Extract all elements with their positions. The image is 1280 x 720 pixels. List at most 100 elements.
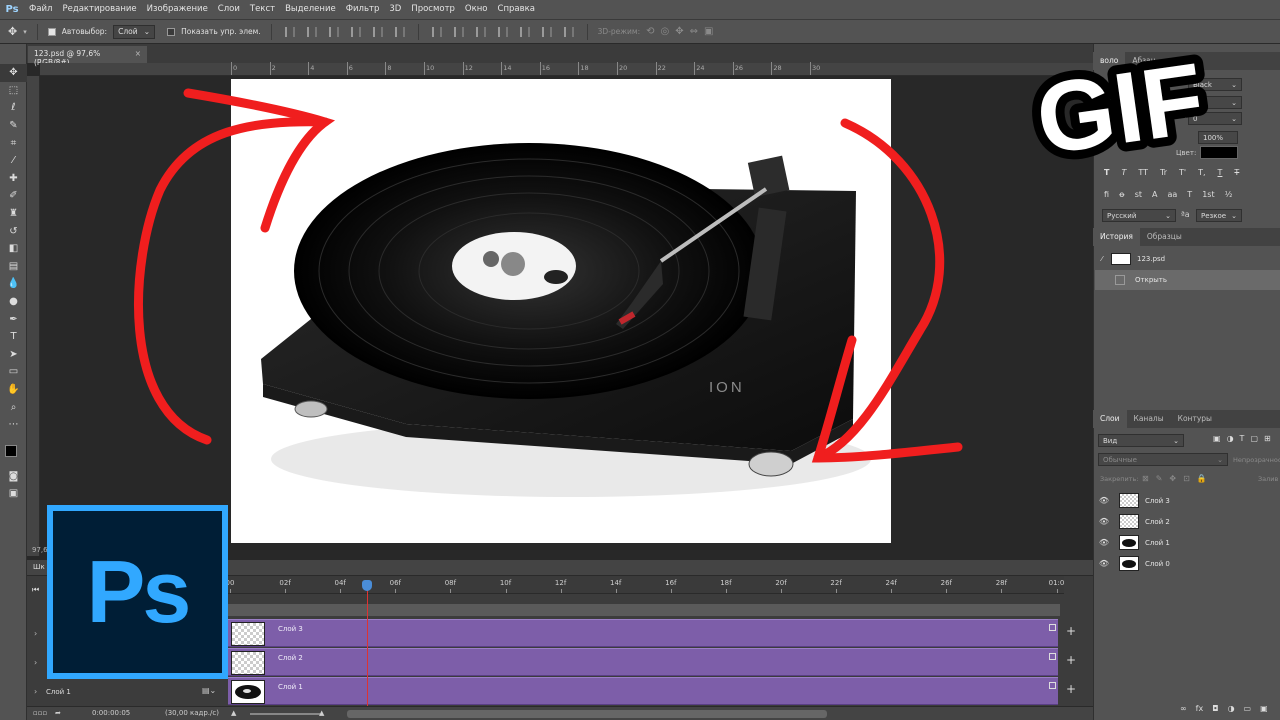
document-icon: [1115, 275, 1125, 285]
layer-row[interactable]: 👁 Слой 0: [1095, 553, 1280, 574]
photoshop-logo-overlay: Ps: [47, 505, 228, 679]
timeline-zoom-slider[interactable]: [250, 713, 320, 715]
lock-artboard-icon[interactable]: ⊡: [1183, 474, 1190, 483]
track-end-handle[interactable]: [1049, 653, 1056, 660]
layer-filter-value: Вид: [1103, 436, 1118, 445]
film-strip-icon[interactable]: ▤⌄: [202, 686, 216, 695]
add-mask-icon[interactable]: ◘: [1212, 704, 1218, 713]
lock-all-icon[interactable]: 🔒: [1197, 474, 1207, 483]
ordinals-button[interactable]: 1st: [1202, 190, 1214, 199]
layer-thumbnail: [1119, 514, 1139, 529]
swash-button[interactable]: st: [1135, 190, 1142, 199]
timeline-track-layer3[interactable]: Слой 3: [228, 619, 1058, 647]
tab-history[interactable]: История: [1093, 228, 1140, 246]
history-panel-tabs: История Образцы: [1093, 228, 1280, 246]
timeline-tick: [891, 589, 893, 593]
timeline-tick: [725, 589, 727, 593]
track-label: Слой 2: [278, 654, 303, 662]
tab-channels[interactable]: Каналы: [1127, 410, 1171, 428]
timeline-footer: ▫▫▫ ➦ 0:00:00:05 (30,00 кадр./с) ▲ ▲: [27, 706, 1093, 720]
tab-layers[interactable]: Слои: [1093, 410, 1127, 428]
timeline-tick: [836, 589, 838, 593]
track-end-handle[interactable]: [1049, 624, 1056, 631]
add-media-button[interactable]: +: [1066, 653, 1078, 667]
add-media-button[interactable]: +: [1066, 682, 1078, 696]
new-group-icon[interactable]: ▭: [1244, 704, 1252, 713]
titling-button[interactable]: T: [1187, 190, 1192, 199]
timeline-tick: [450, 589, 452, 593]
smart-object-filter-icon[interactable]: ⊞: [1264, 434, 1271, 443]
timeline-tick: [1056, 589, 1058, 593]
timeline-track-layer1[interactable]: Слой 1: [228, 677, 1058, 705]
link-layers-icon[interactable]: ∞: [1180, 704, 1187, 713]
stylistic-alternates-button[interactable]: aa: [1167, 190, 1177, 199]
visibility-eye-icon[interactable]: 👁: [1095, 517, 1113, 526]
layer-filter-select[interactable]: Вид ⌄: [1098, 434, 1184, 447]
history-snapshot[interactable]: ⁄ 123.psd: [1095, 249, 1280, 269]
track-layer-name: Слой 1: [46, 688, 71, 696]
layers-footer-icons: ∞ fx ◘ ◑ ▭ ▣: [1180, 704, 1268, 713]
timeline-tick: [1001, 589, 1003, 593]
chevron-down-icon: ⌄: [1217, 455, 1223, 464]
lock-icons: ⊠ ✎ ✥ ⊡ 🔒: [1142, 474, 1207, 483]
visibility-eye-icon[interactable]: 👁: [1095, 496, 1113, 505]
lock-position-icon[interactable]: ✥: [1169, 474, 1176, 483]
zoom-out-timeline-icon[interactable]: ▲: [231, 709, 236, 717]
language-select[interactable]: Русский ⌄: [1102, 209, 1176, 222]
shape-layer-filter-icon[interactable]: ▢: [1250, 434, 1258, 443]
visibility-eye-icon[interactable]: 👁: [1095, 559, 1113, 568]
old-style-button[interactable]: ꝋ: [1119, 190, 1125, 199]
convert-frames-icon[interactable]: ➦: [55, 709, 61, 717]
tab-swatches[interactable]: Образцы: [1140, 228, 1189, 246]
timeline-track-layer2[interactable]: Слой 2: [228, 648, 1058, 676]
type-layer-filter-icon[interactable]: T: [1240, 434, 1245, 443]
expand-track-icon[interactable]: ›: [34, 687, 37, 696]
photoshop-logo-text: Ps: [86, 542, 192, 641]
timeline-ruler[interactable]: 00 02f 04f 06f 08f 10f 12f 14f 16f 18f 20f 22f 24f 26…: [226, 576, 1065, 594]
add-media-button[interactable]: +: [1066, 624, 1078, 638]
timeline-work-area[interactable]: [228, 604, 1060, 616]
timeline-tick: [230, 589, 231, 593]
zoom-in-timeline-icon[interactable]: ▲: [319, 709, 324, 717]
alternates-button[interactable]: A: [1152, 190, 1157, 199]
visibility-eye-icon[interactable]: 👁: [1095, 538, 1113, 547]
blend-mode-select[interactable]: Обычные ⌄: [1098, 453, 1228, 466]
timeline-time-label: 01:0: [1048, 579, 1065, 587]
playhead-handle[interactable]: [362, 580, 372, 591]
fractions-button[interactable]: ½: [1225, 190, 1233, 199]
strikethrough-button[interactable]: T: [1234, 168, 1239, 177]
new-layer-icon[interactable]: ▣: [1260, 704, 1268, 713]
timeline-time-label: 28f: [995, 579, 1008, 587]
timeline-time-label: 08f: [444, 579, 457, 587]
gif-title-overlay: GIF GIF: [1021, 38, 1220, 178]
adjustment-layer-icon[interactable]: ◑: [1228, 704, 1235, 713]
antialias-select[interactable]: Резкое ⌄: [1196, 209, 1242, 222]
lock-transparency-icon[interactable]: ⊠: [1142, 474, 1149, 483]
layer-row[interactable]: 👁 Слой 3: [1095, 490, 1280, 511]
timeline-scrollbar[interactable]: [347, 710, 827, 718]
layer-style-icon[interactable]: fx: [1196, 704, 1204, 713]
tab-paths[interactable]: Контуры: [1171, 410, 1219, 428]
chevron-down-icon: ⌄: [1173, 436, 1179, 445]
expand-track-icon[interactable]: ›: [34, 658, 37, 667]
current-time: 0:00:00:05: [92, 709, 131, 717]
lock-pixels-icon[interactable]: ✎: [1156, 474, 1163, 483]
history-state[interactable]: Открыть: [1095, 270, 1280, 290]
layer-thumbnail: [1119, 493, 1139, 508]
playhead-line: [367, 580, 368, 706]
adjustment-layer-filter-icon[interactable]: ◑: [1227, 434, 1234, 443]
frame-rate: (30,00 кадр./с): [165, 709, 219, 717]
go-to-first-frame-icon[interactable]: ⏮: [32, 585, 39, 595]
layer-row[interactable]: 👁 Слой 2: [1095, 511, 1280, 532]
opacity-label: Непрозрачнос: [1233, 456, 1280, 464]
lock-label: Закрепить:: [1100, 475, 1139, 483]
history-brush-source-icon[interactable]: ⁄: [1095, 255, 1109, 263]
layer-row[interactable]: 👁 Слой 1: [1095, 532, 1280, 553]
chevron-down-icon: ⌄: [1231, 98, 1237, 107]
ligatures-button[interactable]: fi: [1104, 190, 1109, 199]
pixel-layer-filter-icon[interactable]: ▣: [1213, 434, 1221, 443]
zoom-status[interactable]: 97,6: [32, 546, 48, 554]
expand-track-icon[interactable]: ›: [34, 629, 37, 638]
render-video-icon[interactable]: ▫▫▫: [33, 709, 47, 717]
track-end-handle[interactable]: [1049, 682, 1056, 689]
